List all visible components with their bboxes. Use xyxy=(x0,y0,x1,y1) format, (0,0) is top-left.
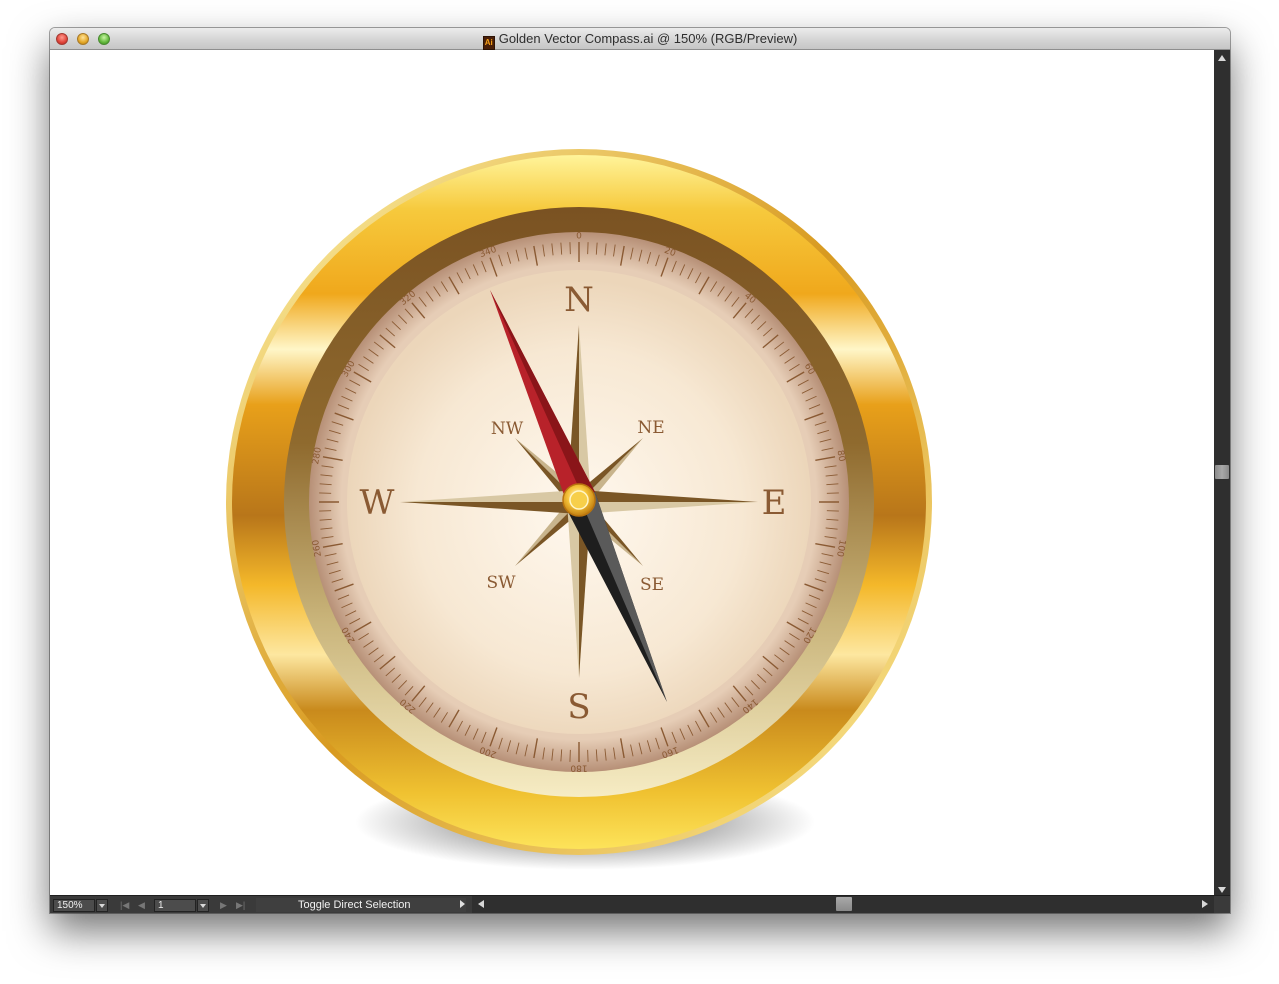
horizontal-scrollbar[interactable] xyxy=(472,896,1214,913)
label-north: N xyxy=(564,280,594,320)
status-menu-arrow-icon[interactable] xyxy=(460,900,465,908)
artboard-canvas[interactable]: 0 20 40 60 80 100 120 140 160 180 200 220 240 260 280 3… xyxy=(50,50,1214,895)
status-text[interactable]: Toggle Direct Selection xyxy=(256,898,466,912)
zoom-dropdown-button[interactable] xyxy=(96,899,108,912)
degree-label: 0 xyxy=(576,232,582,242)
artboard-dropdown-button[interactable] xyxy=(197,899,209,912)
scroll-up-arrow-icon[interactable] xyxy=(1218,55,1226,61)
degree-label: 180 xyxy=(570,763,587,773)
title-bar[interactable]: Ai Golden Vector Compass.ai @ 150% (RGB/P… xyxy=(50,28,1230,50)
zoom-level-field[interactable]: 150% xyxy=(53,899,95,912)
label-west: W xyxy=(360,483,395,523)
document-window: Ai Golden Vector Compass.ai @ 150% (RGB/P… xyxy=(50,28,1230,913)
status-bar: 150% |◀ ◀ 1 ▶ ▶| Toggle Direct Selection xyxy=(50,895,1230,913)
label-south: S xyxy=(567,687,590,727)
compass-artwork[interactable]: 0204060801001201401601802002202402602803… xyxy=(50,50,1214,895)
resize-corner[interactable] xyxy=(1214,896,1230,913)
horizontal-scroll-thumb[interactable] xyxy=(836,897,852,911)
ai-file-icon: Ai xyxy=(482,36,495,50)
scroll-left-arrow-icon[interactable] xyxy=(478,900,484,908)
window-title-text: Golden Vector Compass.ai @ 150% (RGB/Pre… xyxy=(498,31,798,46)
last-artboard-icon[interactable]: ▶| xyxy=(236,899,245,911)
previous-artboard-icon[interactable]: ◀ xyxy=(138,899,145,911)
artboard-number-field[interactable]: 1 xyxy=(154,899,196,912)
first-artboard-icon[interactable]: |◀ xyxy=(120,899,129,911)
scroll-right-arrow-icon[interactable] xyxy=(1202,900,1208,908)
degree-label: 80 xyxy=(835,449,847,462)
label-southeast: SE xyxy=(640,575,664,595)
vertical-scroll-thumb[interactable] xyxy=(1215,465,1229,479)
scroll-down-arrow-icon[interactable] xyxy=(1218,887,1226,893)
label-east: E xyxy=(762,483,787,523)
label-northeast: NE xyxy=(637,418,664,438)
label-southwest: SW xyxy=(486,573,516,593)
label-northwest: NW xyxy=(491,419,524,439)
next-artboard-icon[interactable]: ▶ xyxy=(220,899,227,911)
vertical-scrollbar[interactable] xyxy=(1214,50,1230,895)
window-title: Ai Golden Vector Compass.ai @ 150% (RGB/P… xyxy=(50,31,1230,50)
